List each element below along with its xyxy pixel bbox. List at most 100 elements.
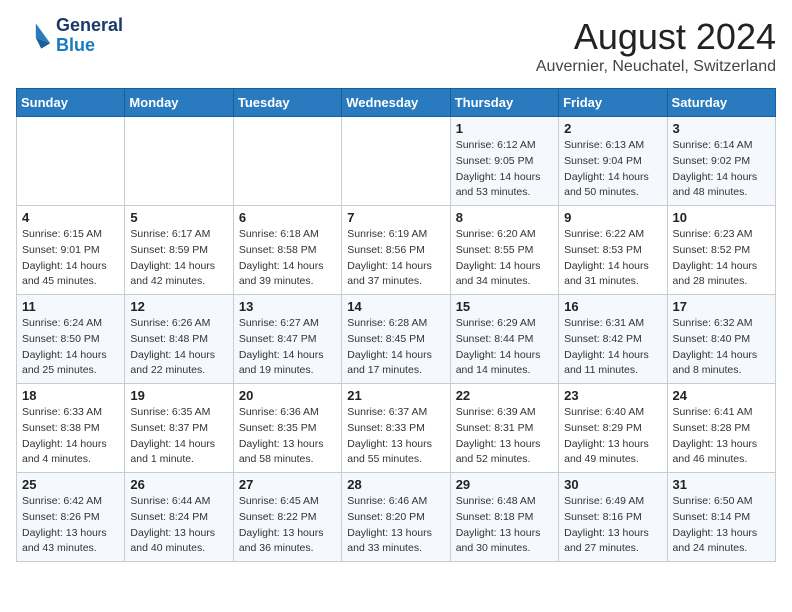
day-info: Sunrise: 6:17 AMSunset: 8:59 PMDaylight:…: [130, 227, 227, 290]
calendar-week-row: 1 Sunrise: 6:12 AMSunset: 9:05 PMDaylight…: [17, 117, 776, 206]
day-info: Sunrise: 6:39 AMSunset: 8:31 PMDaylight:…: [456, 405, 553, 468]
calendar-cell: 6 Sunrise: 6:18 AMSunset: 8:58 PMDaylight…: [233, 206, 341, 295]
day-info: Sunrise: 6:28 AMSunset: 8:45 PMDaylight:…: [347, 316, 444, 379]
day-info: Sunrise: 6:13 AMSunset: 9:04 PMDaylight:…: [564, 138, 661, 201]
day-number: 2: [564, 121, 661, 136]
calendar-dow-friday: Friday: [559, 89, 667, 117]
logo: General Blue: [16, 16, 123, 56]
calendar-cell: 19 Sunrise: 6:35 AMSunset: 8:37 PMDayligh…: [125, 384, 233, 473]
day-number: 10: [673, 210, 770, 225]
calendar-cell: 28Sunrise: 6:46 AMSunset: 8:20 PMDayligh…: [342, 473, 450, 562]
day-info: Sunrise: 6:14 AMSunset: 9:02 PMDaylight:…: [673, 138, 770, 201]
calendar-cell: 5 Sunrise: 6:17 AMSunset: 8:59 PMDaylight…: [125, 206, 233, 295]
calendar-cell: 21Sunrise: 6:37 AMSunset: 8:33 PMDayligh…: [342, 384, 450, 473]
calendar-cell: 1 Sunrise: 6:12 AMSunset: 9:05 PMDaylight…: [450, 117, 558, 206]
day-info: Sunrise: 6:48 AMSunset: 8:18 PMDaylight:…: [456, 494, 553, 557]
day-number: 24: [673, 388, 770, 403]
day-number: 7: [347, 210, 444, 225]
day-info: Sunrise: 6:33 AMSunset: 8:38 PMDaylight:…: [22, 405, 119, 468]
calendar-dow-thursday: Thursday: [450, 89, 558, 117]
calendar-cell: [17, 117, 125, 206]
day-number: 6: [239, 210, 336, 225]
day-info: Sunrise: 6:24 AMSunset: 8:50 PMDaylight:…: [22, 316, 119, 379]
calendar-cell: 10 Sunrise: 6:23 AMSunset: 8:52 PMDayligh…: [667, 206, 775, 295]
day-number: 4: [22, 210, 119, 225]
day-number: 21: [347, 388, 444, 403]
calendar-cell: 14 Sunrise: 6:28 AMSunset: 8:45 PMDayligh…: [342, 295, 450, 384]
day-info: Sunrise: 6:45 AMSunset: 8:22 PMDaylight:…: [239, 494, 336, 557]
logo-text-blue: Blue: [56, 36, 123, 56]
day-info: Sunrise: 6:44 AMSunset: 8:24 PMDaylight:…: [130, 494, 227, 557]
logo-text-general: General: [56, 16, 123, 36]
day-number: 20: [239, 388, 336, 403]
calendar-cell: 13Sunrise: 6:27 AMSunset: 8:47 PMDayligh…: [233, 295, 341, 384]
calendar-cell: 7Sunrise: 6:19 AMSunset: 8:56 PMDaylight…: [342, 206, 450, 295]
day-number: 31: [673, 477, 770, 492]
page-header: General Blue August 2024 Auvernier, Neuc…: [16, 16, 776, 76]
day-number: 5: [130, 210, 227, 225]
calendar-cell: 12Sunrise: 6:26 AMSunset: 8:48 PMDayligh…: [125, 295, 233, 384]
calendar-table: SundayMondayTuesdayWednesdayThursdayFrid…: [16, 88, 776, 562]
calendar-cell: 22Sunrise: 6:39 AMSunset: 8:31 PMDayligh…: [450, 384, 558, 473]
day-number: 23: [564, 388, 661, 403]
day-number: 26: [130, 477, 227, 492]
day-info: Sunrise: 6:46 AMSunset: 8:20 PMDaylight:…: [347, 494, 444, 557]
day-info: Sunrise: 6:22 AMSunset: 8:53 PMDaylight:…: [564, 227, 661, 290]
calendar-cell: 27 Sunrise: 6:45 AMSunset: 8:22 PMDayligh…: [233, 473, 341, 562]
calendar-dow-monday: Monday: [125, 89, 233, 117]
day-number: 25: [22, 477, 119, 492]
calendar-cell: [342, 117, 450, 206]
day-number: 30: [564, 477, 661, 492]
calendar-cell: 30Sunrise: 6:49 AMSunset: 8:16 PMDayligh…: [559, 473, 667, 562]
day-info: Sunrise: 6:35 AMSunset: 8:37 PMDaylight:…: [130, 405, 227, 468]
day-info: Sunrise: 6:23 AMSunset: 8:52 PMDaylight:…: [673, 227, 770, 290]
calendar-dow-wednesday: Wednesday: [342, 89, 450, 117]
calendar-week-row: 11 Sunrise: 6:24 AMSunset: 8:50 PMDayligh…: [17, 295, 776, 384]
calendar-dow-sunday: Sunday: [17, 89, 125, 117]
calendar-cell: 8 Sunrise: 6:20 AMSunset: 8:55 PMDaylight…: [450, 206, 558, 295]
day-number: 17: [673, 299, 770, 314]
calendar-cell: 29Sunrise: 6:48 AMSunset: 8:18 PMDayligh…: [450, 473, 558, 562]
calendar-header-row: SundayMondayTuesdayWednesdayThursdayFrid…: [17, 89, 776, 117]
day-number: 3: [673, 121, 770, 136]
day-number: 27: [239, 477, 336, 492]
calendar-cell: 16 Sunrise: 6:31 AMSunset: 8:42 PMDayligh…: [559, 295, 667, 384]
day-info: Sunrise: 6:18 AMSunset: 8:58 PMDaylight:…: [239, 227, 336, 290]
calendar-dow-tuesday: Tuesday: [233, 89, 341, 117]
calendar-cell: 11 Sunrise: 6:24 AMSunset: 8:50 PMDayligh…: [17, 295, 125, 384]
calendar-week-row: 4Sunrise: 6:15 AMSunset: 9:01 PMDaylight…: [17, 206, 776, 295]
day-info: Sunrise: 6:20 AMSunset: 8:55 PMDaylight:…: [456, 227, 553, 290]
day-info: Sunrise: 6:50 AMSunset: 8:14 PMDaylight:…: [673, 494, 770, 557]
calendar-cell: 3 Sunrise: 6:14 AMSunset: 9:02 PMDaylight…: [667, 117, 775, 206]
day-info: Sunrise: 6:32 AMSunset: 8:40 PMDaylight:…: [673, 316, 770, 379]
calendar-cell: [125, 117, 233, 206]
day-number: 14: [347, 299, 444, 314]
calendar-week-row: 18 Sunrise: 6:33 AMSunset: 8:38 PMDayligh…: [17, 384, 776, 473]
day-number: 13: [239, 299, 336, 314]
day-number: 9: [564, 210, 661, 225]
day-number: 16: [564, 299, 661, 314]
day-number: 1: [456, 121, 553, 136]
day-number: 19: [130, 388, 227, 403]
day-number: 12: [130, 299, 227, 314]
calendar-cell: 24Sunrise: 6:41 AMSunset: 8:28 PMDayligh…: [667, 384, 775, 473]
calendar-cell: 18 Sunrise: 6:33 AMSunset: 8:38 PMDayligh…: [17, 384, 125, 473]
day-info: Sunrise: 6:42 AMSunset: 8:26 PMDaylight:…: [22, 494, 119, 557]
calendar-cell: [233, 117, 341, 206]
day-number: 11: [22, 299, 119, 314]
day-info: Sunrise: 6:31 AMSunset: 8:42 PMDaylight:…: [564, 316, 661, 379]
calendar-cell: 2 Sunrise: 6:13 AMSunset: 9:04 PMDaylight…: [559, 117, 667, 206]
day-number: 15: [456, 299, 553, 314]
day-info: Sunrise: 6:36 AMSunset: 8:35 PMDaylight:…: [239, 405, 336, 468]
day-number: 8: [456, 210, 553, 225]
day-info: Sunrise: 6:12 AMSunset: 9:05 PMDaylight:…: [456, 138, 553, 201]
calendar-week-row: 25 Sunrise: 6:42 AMSunset: 8:26 PMDayligh…: [17, 473, 776, 562]
subtitle: Auvernier, Neuchatel, Switzerland: [536, 58, 776, 76]
day-info: Sunrise: 6:29 AMSunset: 8:44 PMDaylight:…: [456, 316, 553, 379]
calendar-cell: 31 Sunrise: 6:50 AMSunset: 8:14 PMDayligh…: [667, 473, 775, 562]
day-number: 18: [22, 388, 119, 403]
day-info: Sunrise: 6:40 AMSunset: 8:29 PMDaylight:…: [564, 405, 661, 468]
calendar-cell: 17 Sunrise: 6:32 AMSunset: 8:40 PMDayligh…: [667, 295, 775, 384]
calendar-cell: 9 Sunrise: 6:22 AMSunset: 8:53 PMDaylight…: [559, 206, 667, 295]
calendar-cell: 23 Sunrise: 6:40 AMSunset: 8:29 PMDayligh…: [559, 384, 667, 473]
